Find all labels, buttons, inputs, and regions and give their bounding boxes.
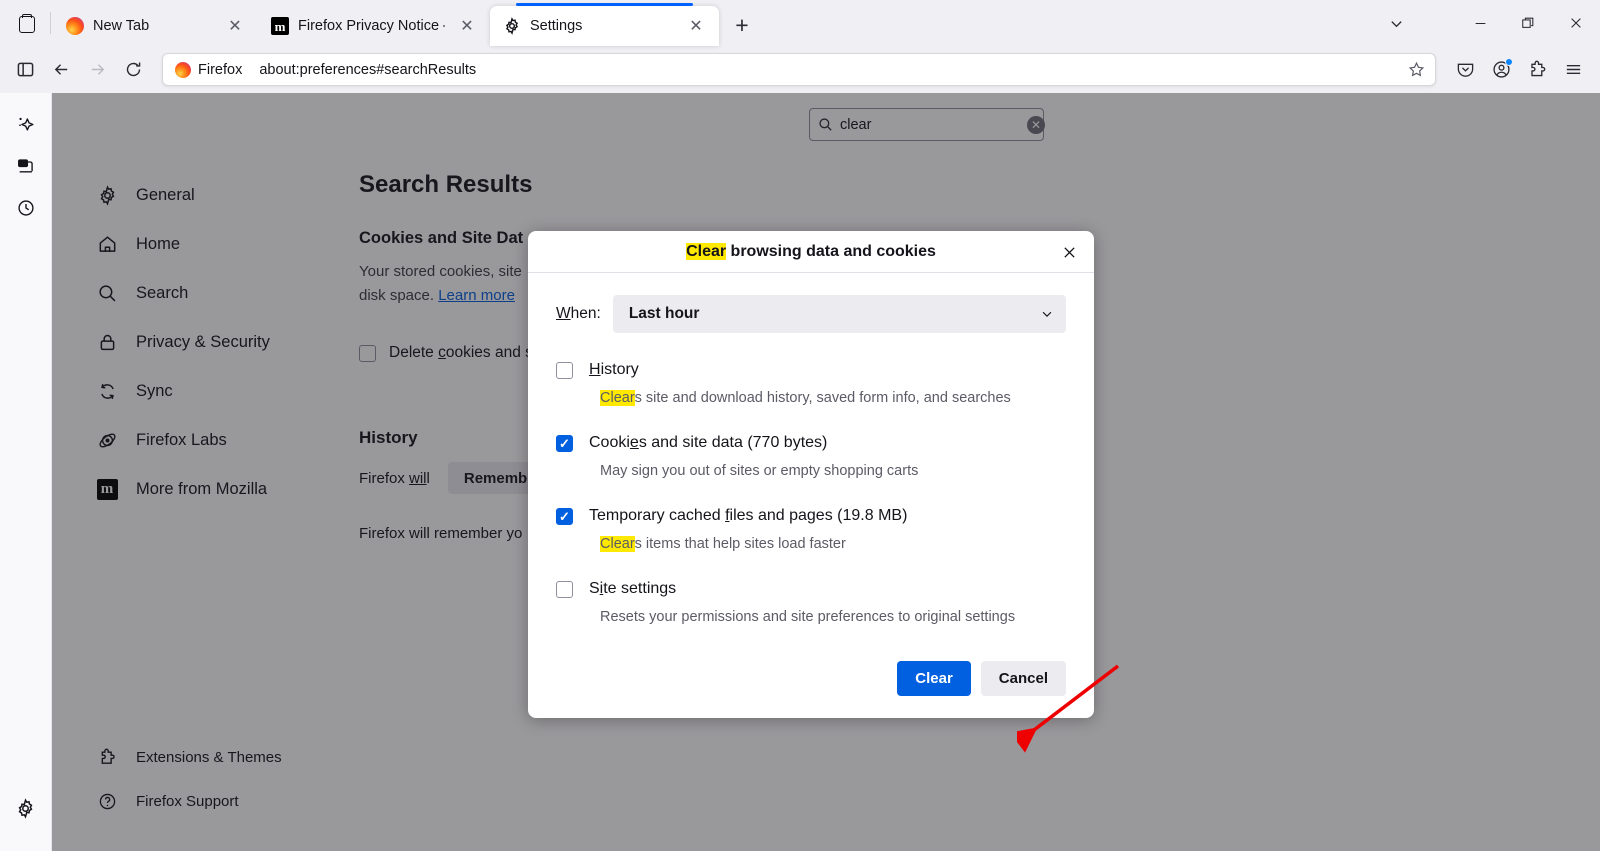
close-window-button[interactable] — [1552, 0, 1600, 46]
when-row: When: Last hour — [556, 295, 1066, 333]
option-cookies-label: Cookies and site data (770 bytes) — [589, 434, 827, 452]
tab-close-button[interactable]: ✕ — [454, 13, 480, 39]
option-history-label: History — [589, 361, 639, 379]
window-controls — [1372, 0, 1600, 46]
firefox-browser-window: New Tab ✕ m Firefox Privacy Notice — Moz… — [0, 0, 1600, 851]
spacer — [556, 558, 1066, 574]
option-history: History Clears site and download history… — [556, 355, 1066, 406]
firefox-view-icon — [17, 14, 35, 33]
firefox-icon — [66, 17, 84, 35]
rail-bottom-area — [0, 791, 51, 833]
option-site-settings-label: Site settings — [589, 580, 676, 598]
account-notification-badge — [1505, 58, 1513, 66]
settings-page: ✕ General — [52, 93, 1600, 851]
sparkle-ai-icon[interactable] — [9, 107, 43, 141]
option-cache-row[interactable]: Temporary cached files and pages (19.8 M… — [556, 501, 1066, 531]
sidebar-toggle-button[interactable] — [8, 53, 42, 87]
settings-gear-icon[interactable] — [9, 791, 43, 825]
clear-browsing-data-dialog: Clear browsing data and cookies When: La… — [528, 231, 1094, 718]
tab-firefox-privacy-notice[interactable]: m Firefox Privacy Notice — Mozill ✕ — [258, 6, 490, 46]
back-button[interactable] — [44, 53, 78, 87]
site-settings-checkbox[interactable] — [556, 581, 573, 598]
mozilla-m-icon: m — [271, 17, 289, 35]
option-cache-label: Temporary cached files and pages (19.8 M… — [589, 507, 907, 525]
tab-title: New Tab — [93, 18, 213, 34]
url-identity-chip[interactable]: Firefox — [170, 59, 251, 81]
bookmark-star-icon[interactable] — [1403, 57, 1429, 83]
account-icon[interactable] — [1484, 53, 1518, 87]
firefox-icon — [175, 62, 191, 78]
tab-new-tab[interactable]: New Tab ✕ — [53, 6, 258, 46]
chevron-down-icon — [1040, 307, 1054, 321]
list-all-tabs-button[interactable] — [1372, 0, 1420, 46]
tab-close-button[interactable]: ✕ — [683, 13, 709, 39]
option-site-settings: Site settings Resets your permissions an… — [556, 574, 1066, 625]
dialog-body: When: Last hour History — [528, 273, 1094, 647]
gear-icon — [503, 17, 521, 35]
save-to-pocket-icon[interactable] — [1448, 53, 1482, 87]
reload-button[interactable] — [116, 53, 150, 87]
option-history-row[interactable]: History — [556, 355, 1066, 385]
app-menu-icon[interactable] — [1556, 53, 1590, 87]
maximize-button[interactable] — [1504, 0, 1552, 46]
cache-checkbox[interactable] — [556, 508, 573, 525]
history-clock-icon[interactable] — [9, 191, 43, 225]
option-temporary-cached-files: Temporary cached files and pages (19.8 M… — [556, 501, 1066, 552]
dialog-title: Clear browsing data and cookies — [686, 243, 936, 261]
option-cookies-row[interactable]: Cookies and site data (770 bytes) — [556, 428, 1066, 458]
tab-title: Settings — [530, 18, 674, 34]
close-icon[interactable] — [1054, 237, 1084, 267]
option-cookies: Cookies and site data (770 bytes) May si… — [556, 428, 1066, 479]
url-input[interactable]: about:preferences#searchResults — [253, 62, 1403, 78]
dialog-header: Clear browsing data and cookies — [528, 231, 1094, 273]
history-checkbox[interactable] — [556, 362, 573, 379]
spacer — [556, 412, 1066, 428]
clear-button[interactable]: Clear — [897, 661, 971, 696]
cookies-checkbox[interactable] — [556, 435, 573, 452]
tab-divider — [50, 12, 51, 34]
navigation-toolbar: Firefox about:preferences#searchResults — [0, 46, 1600, 93]
firefox-view-button[interactable] — [4, 4, 48, 42]
content-area: ✕ General — [0, 93, 1600, 851]
option-cookies-description: May sign you out of sites or empty shopp… — [600, 463, 1066, 479]
when-select[interactable]: Last hour — [613, 295, 1066, 333]
extensions-icon[interactable] — [1520, 53, 1554, 87]
url-bar[interactable]: Firefox about:preferences#searchResults — [162, 53, 1436, 86]
url-chip-label: Firefox — [198, 62, 242, 78]
vertical-sidebar-rail — [0, 93, 52, 851]
cancel-button[interactable]: Cancel — [981, 661, 1066, 696]
when-label: When: — [556, 305, 601, 323]
tab-settings[interactable]: Settings ✕ — [490, 6, 719, 46]
tab-strip: New Tab ✕ m Firefox Privacy Notice — Moz… — [0, 0, 1600, 46]
forward-button[interactable] — [80, 53, 114, 87]
dialog-actions: Clear Cancel — [528, 647, 1094, 718]
option-history-description: Clears site and download history, saved … — [600, 390, 1066, 406]
option-cache-description: Clears items that help sites load faster — [600, 536, 1066, 552]
review-checker-icon[interactable] — [9, 149, 43, 183]
tab-title: Firefox Privacy Notice — Mozill — [298, 18, 445, 34]
dialog-title-highlight: Clear — [686, 243, 726, 260]
option-site-settings-row[interactable]: Site settings — [556, 574, 1066, 604]
option-site-settings-description: Resets your permissions and site prefere… — [600, 609, 1066, 625]
new-tab-button[interactable]: + — [725, 8, 759, 42]
when-select-value: Last hour — [629, 305, 1032, 323]
tab-close-button[interactable]: ✕ — [222, 13, 248, 39]
spacer — [556, 485, 1066, 501]
minimize-button[interactable] — [1456, 0, 1504, 46]
